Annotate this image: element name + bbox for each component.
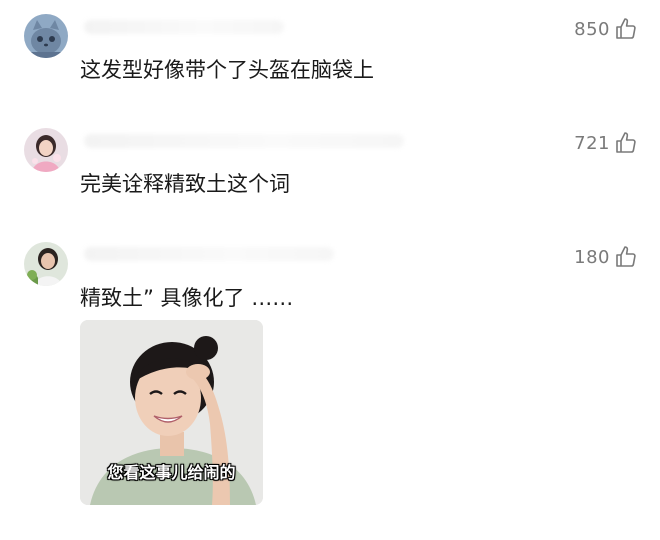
- like-count: 850: [574, 18, 610, 40]
- user-avatar[interactable]: [24, 242, 68, 286]
- girl-photo-avatar-icon: [24, 128, 68, 172]
- like-control[interactable]: 180: [574, 243, 638, 271]
- like-control[interactable]: 850: [574, 15, 638, 43]
- comment-text: 完美诠释精致土这个词: [80, 172, 290, 196]
- user-avatar[interactable]: [24, 128, 68, 172]
- user-avatar[interactable]: [24, 14, 68, 58]
- comment-item: 721 完美诠释精致土这个词: [0, 110, 660, 225]
- like-count: 180: [574, 246, 610, 268]
- like-count: 721: [574, 132, 610, 154]
- comment-text: 精致土” 具像化了 ……: [80, 286, 294, 310]
- woman-photo-avatar-icon: [24, 242, 68, 286]
- thumbs-up-icon[interactable]: [614, 17, 638, 41]
- thumbs-up-icon[interactable]: [614, 245, 638, 269]
- meme-caption: 您看这事儿给闹的: [107, 463, 236, 482]
- username-redacted[interactable]: [84, 20, 284, 34]
- comment-image[interactable]: 您看这事儿给闹的: [80, 320, 263, 505]
- comment-item: 850 这发型好像带个了头盔在脑袋上: [0, 0, 660, 110]
- username-redacted[interactable]: [84, 134, 404, 148]
- cartoon-cat-avatar-icon: [24, 14, 68, 58]
- thumbs-up-icon[interactable]: [614, 131, 638, 155]
- username-redacted[interactable]: [84, 247, 334, 261]
- comment-text: 这发型好像带个了头盔在脑袋上: [80, 58, 374, 82]
- like-control[interactable]: 721: [574, 129, 638, 157]
